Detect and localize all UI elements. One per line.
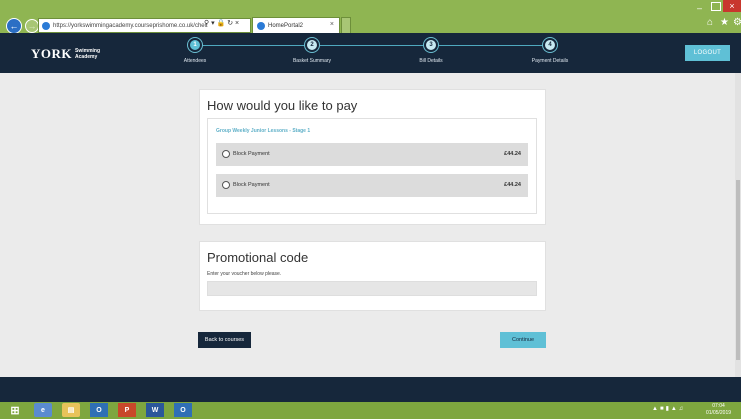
site-footer xyxy=(0,377,741,402)
step-4-circle: 4 xyxy=(543,38,557,52)
payment-option-radio[interactable] xyxy=(222,181,230,189)
address-bar-tools[interactable]: ⚲ ▾ 🔒 ↻ × xyxy=(204,19,239,27)
promo-help-text: Enter your voucher below please. xyxy=(207,271,282,277)
tab-close-icon[interactable]: × xyxy=(330,21,334,28)
home-icon[interactable]: ⌂ xyxy=(707,17,713,28)
explorer-taskbar-icon[interactable]: ▤ xyxy=(62,403,80,417)
progress-line xyxy=(195,45,551,46)
york-logo[interactable]: YORK Swimming Academy xyxy=(31,46,100,62)
maximize-icon[interactable] xyxy=(711,2,721,11)
course-title: Group Weekly Junior Lessons - Stage 1 xyxy=(216,128,311,134)
step-4-label: Payment Details xyxy=(531,58,569,64)
payment-option[interactable]: Block Payment £44.24 xyxy=(216,143,528,166)
system-tray-icons[interactable]: ▲■▮▲♫ xyxy=(652,405,685,412)
ie-favicon-icon xyxy=(42,21,50,30)
promo-title: Promotional code xyxy=(207,250,309,265)
browser-tab[interactable]: HomePortal2 × xyxy=(252,17,340,33)
payment-option-price: £44.24 xyxy=(504,151,521,157)
logo-subtitle: Swimming Academy xyxy=(75,48,101,60)
ie-taskbar-icon[interactable]: e xyxy=(34,403,52,417)
step-2-label: Basket Summary xyxy=(292,58,332,64)
logo-mark: YORK xyxy=(31,46,73,61)
outlook-2-taskbar-icon[interactable]: O xyxy=(174,403,192,417)
tab-favicon-icon xyxy=(257,21,265,30)
payment-title: How would you like to pay xyxy=(207,98,358,113)
word-taskbar-icon[interactable]: W xyxy=(146,403,164,417)
logo-y-glyph: Y xyxy=(31,46,41,61)
favorites-star-icon[interactable]: ★ xyxy=(720,17,729,28)
step-1-circle: 1 xyxy=(188,38,202,52)
windows-taskbar xyxy=(0,402,741,419)
outlook-taskbar-icon[interactable]: O xyxy=(90,403,108,417)
voucher-input[interactable] xyxy=(207,281,537,296)
address-url: https://yorkswimmingacademy.courseprisho… xyxy=(53,22,208,29)
back-to-courses-button[interactable]: Back to courses xyxy=(198,332,251,348)
step-3-label: Bill Details xyxy=(419,58,443,64)
payment-option[interactable]: Block Payment £44.24 xyxy=(216,174,528,197)
logout-button[interactable]: LOGOUT xyxy=(685,45,730,61)
settings-gear-icon[interactable]: ⚙ xyxy=(733,17,741,28)
forward-arrow-icon[interactable]: → xyxy=(25,19,39,33)
minimize-icon[interactable]: – xyxy=(697,3,702,13)
scrollbar-thumb[interactable] xyxy=(736,180,740,360)
payment-option-price: £44.24 xyxy=(504,182,521,188)
powerpoint-taskbar-icon[interactable]: P xyxy=(118,403,136,417)
back-arrow-icon[interactable]: ← xyxy=(6,18,22,34)
new-tab-button[interactable] xyxy=(341,17,351,33)
step-1-label: Attendees xyxy=(183,58,207,64)
continue-button[interactable]: Continue xyxy=(500,332,546,348)
payment-option-label: Block Payment xyxy=(233,182,270,188)
step-3-circle: 3 xyxy=(424,38,438,52)
close-window-icon[interactable]: × xyxy=(723,0,741,12)
tab-title: HomePortal2 xyxy=(268,22,304,29)
windows-start-icon[interactable]: ⊞ xyxy=(6,403,24,417)
site-header xyxy=(0,33,741,73)
taskbar-clock[interactable]: 07:04 01/05/2019 xyxy=(706,403,731,417)
payment-option-radio[interactable] xyxy=(222,150,230,158)
payment-option-label: Block Payment xyxy=(233,151,270,157)
step-2-circle: 2 xyxy=(305,38,319,52)
